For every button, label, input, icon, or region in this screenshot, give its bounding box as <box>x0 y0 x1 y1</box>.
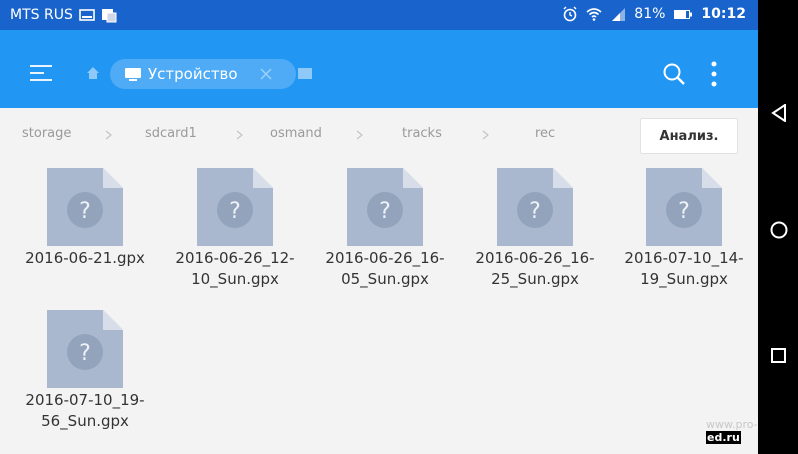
search-icon[interactable] <box>662 62 686 86</box>
home-icon[interactable] <box>86 66 100 80</box>
crumb-tracks[interactable]: tracks <box>402 126 442 141</box>
hamburger-menu-icon[interactable] <box>30 64 52 82</box>
battery-percent: 81% <box>634 6 666 22</box>
chevron-right-icon <box>356 130 363 140</box>
status-bar: MTS RUS 81% 10:12 <box>0 0 758 30</box>
device-icon <box>125 68 141 81</box>
analyze-button[interactable]: Анализ. <box>640 118 738 154</box>
crumb-sdcard1[interactable]: sdcard1 <box>145 126 197 141</box>
file-item[interactable]: ? 2016-06-26_12- 10_Sun.gpx <box>160 168 310 290</box>
window-icon[interactable] <box>298 68 312 79</box>
watermark-text: www.pro- <box>706 418 758 431</box>
chevron-right-icon <box>482 130 489 140</box>
more-vertical-icon[interactable] <box>710 61 718 87</box>
clock: 10:12 <box>701 6 746 22</box>
chevron-right-icon <box>236 130 243 140</box>
watermark-highlight: ed.ru <box>706 431 741 444</box>
crumb-osmand[interactable]: osmand <box>270 126 322 141</box>
alarm-icon <box>563 6 577 22</box>
svg-text:?: ? <box>79 341 91 366</box>
file-name: 2016-07-10_19- 56_Sun.gpx <box>25 391 145 430</box>
wifi-icon <box>586 8 602 21</box>
svg-text:?: ? <box>379 199 391 224</box>
tab-device[interactable]: Устройство <box>110 59 296 89</box>
crumb-rec[interactable]: rec <box>535 126 555 141</box>
file-item[interactable]: ? 2016-06-26_16- 05_Sun.gpx <box>310 168 460 290</box>
unknown-file-icon: ? <box>47 310 123 388</box>
file-item[interactable]: ? 2016-07-10_19- 56_Sun.gpx <box>10 310 160 432</box>
file-name: 2016-07-10_14- 19_Sun.gpx <box>624 249 744 288</box>
unknown-file-icon: ? <box>197 168 273 246</box>
carrier-label: MTS RUS <box>10 7 73 23</box>
navigation-bar <box>758 0 798 454</box>
file-name: 2016-06-26_12- 10_Sun.gpx <box>175 249 295 288</box>
home-circle-icon[interactable] <box>770 221 788 239</box>
file-name: 2016-06-26_16- 25_Sun.gpx <box>475 249 595 288</box>
screenshot-icon <box>79 9 95 21</box>
file-item[interactable]: ? 2016-06-21.gpx <box>10 168 160 269</box>
file-manager-screen: MTS RUS 81% 10:12 Устройство storage sdc… <box>0 0 758 454</box>
image-notification-icon <box>101 9 117 23</box>
signal-icon <box>612 8 626 21</box>
crumb-storage[interactable]: storage <box>22 126 71 141</box>
unknown-file-icon: ? <box>47 168 123 246</box>
back-icon[interactable] <box>771 104 787 122</box>
file-name: 2016-06-21.gpx <box>25 249 145 267</box>
app-toolbar: Устройство <box>0 30 758 108</box>
recent-apps-icon[interactable] <box>771 348 786 363</box>
battery-icon <box>674 10 693 19</box>
file-name: 2016-06-26_16- 05_Sun.gpx <box>325 249 445 288</box>
file-item[interactable]: ? 2016-06-26_16- 25_Sun.gpx <box>460 168 610 290</box>
unknown-file-icon: ? <box>347 168 423 246</box>
unknown-file-icon: ? <box>497 168 573 246</box>
tab-device-label: Устройство <box>148 65 238 83</box>
close-icon[interactable] <box>260 68 272 80</box>
unknown-file-icon: ? <box>646 168 722 246</box>
svg-text:?: ? <box>529 199 541 224</box>
svg-text:?: ? <box>79 199 91 224</box>
file-item[interactable]: ? 2016-07-10_14- 19_Sun.gpx <box>609 168 759 290</box>
watermark: www.pro-ed.ru <box>706 418 758 444</box>
chevron-right-icon <box>105 130 112 140</box>
svg-text:?: ? <box>678 199 690 224</box>
svg-text:?: ? <box>229 199 241 224</box>
